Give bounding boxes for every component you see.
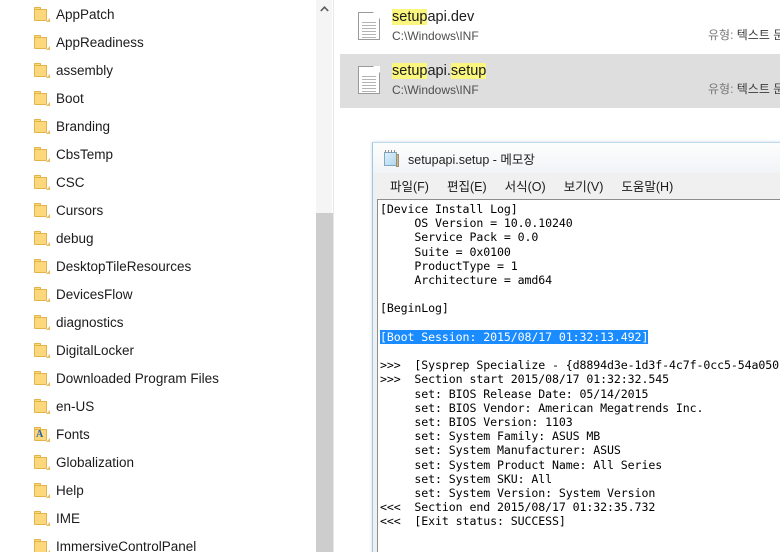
menu-item[interactable]: 보기(V) (555, 174, 613, 197)
fonts-folder-icon: A (34, 427, 50, 442)
search-result-type: 유형: 텍스트 문서 (708, 80, 780, 97)
folder-list-item[interactable]: IME (0, 504, 315, 532)
folder-list-item[interactable]: DigitalLocker (0, 336, 315, 364)
folder-icon (34, 119, 50, 134)
selected-log-line[interactable]: [Boot Session: 2015/08/17 01:32:13.492] (380, 329, 648, 344)
notepad-title: setupapi.setup - 메모장 (408, 152, 535, 167)
notepad-menubar[interactable]: 파일(F) 편집(E) 서식(O) 보기(V) 도움말(H) (373, 173, 780, 197)
folder-list-item[interactable]: ImmersiveControlPanel (0, 532, 315, 552)
folder-icon (34, 399, 50, 414)
menu-item[interactable]: 도움말(H) (612, 174, 682, 197)
folder-icon (34, 63, 50, 78)
folder-list-item[interactable]: Boot (0, 84, 315, 112)
search-result-text: setupapi.dev C:\Windows\INF (392, 8, 479, 44)
folder-list-item[interactable]: Globalization (0, 448, 315, 476)
folder-list-item[interactable]: Cursors (0, 196, 315, 224)
folder-icon (34, 7, 50, 22)
folder-item-label: ImmersiveControlPanel (56, 538, 197, 552)
folder-icon (34, 371, 50, 386)
folder-icon (34, 35, 50, 50)
notepad-text-area[interactable]: [Device Install Log] OS Version = 10.0.1… (377, 199, 780, 552)
folder-list-item[interactable]: assembly (0, 56, 315, 84)
search-result-filename: setupapi.dev (392, 9, 475, 25)
search-result-type-value: 텍스트 문서 (736, 28, 780, 42)
search-result-row[interactable]: setupapi.setup C:\Windows\INF 유형: 텍스트 문서 (340, 54, 780, 108)
folder-list-item[interactable]: Help (0, 476, 315, 504)
folder-icon (34, 231, 50, 246)
notepad-titlebar[interactable]: setupapi.setup - 메모장 (373, 143, 780, 173)
notepad-window[interactable]: setupapi.setup - 메모장 파일(F) 편집(E) 서식(O) 보기(V… (372, 142, 780, 552)
scrollbar-thumb[interactable] (316, 213, 333, 552)
pane-divider (333, 0, 334, 552)
folder-list-item[interactable]: DevicesFlow (0, 280, 315, 308)
menu-item[interactable]: 파일(F) (381, 174, 438, 197)
text-document-icon (358, 66, 380, 94)
search-result-type: 유형: 텍스트 문서 (708, 26, 780, 43)
folder-list-item[interactable]: CbsTemp (0, 140, 315, 168)
search-result-type-value: 텍스트 문서 (736, 82, 780, 96)
search-result-type-label: 유형: (708, 28, 737, 42)
search-result-filename: setupapi.setup (392, 63, 487, 79)
folder-icon (34, 175, 50, 190)
menu-item[interactable]: 편집(E) (438, 174, 496, 197)
menu-item[interactable]: 서식(O) (496, 174, 555, 197)
folder-list-item[interactable]: Branding (0, 112, 315, 140)
folder-list-item[interactable]: Downloaded Program Files (0, 364, 315, 392)
folder-icon (34, 91, 50, 106)
folder-icon (34, 147, 50, 162)
folder-list-item[interactable]: AppPatch (0, 0, 315, 28)
folder-item-label: AppReadiness (56, 34, 144, 50)
search-results-list[interactable]: setupapi.devC:\Windows\INF유형: 텍스트 문서setu… (340, 0, 780, 112)
folder-icon (34, 483, 50, 498)
folder-list-item[interactable]: diagnostics (0, 308, 315, 336)
folder-icon (34, 315, 50, 330)
notepad-icon (383, 149, 400, 167)
chevron-up-icon (320, 5, 329, 12)
folder-list-item[interactable]: CSC (0, 168, 315, 196)
folder-item-label: Downloaded Program Files (56, 370, 219, 386)
folder-icon (34, 203, 50, 218)
folder-list-item[interactable]: en-US (0, 392, 315, 420)
search-result-row[interactable]: setupapi.dev C:\Windows\INF 유형: 텍스트 문서 (340, 0, 780, 54)
search-result-path: C:\Windows\INF (392, 29, 479, 43)
screen: AppPatch AppReadiness assembly Boot Branding… (0, 0, 780, 552)
folder-list-item[interactable]: A Fonts (0, 420, 315, 448)
folder-icon (34, 539, 50, 552)
folder-icon (34, 511, 50, 526)
log-file-content[interactable]: [Device Install Log] OS Version = 10.0.1… (380, 202, 779, 552)
text-document-icon (358, 12, 380, 40)
scroll-up-button[interactable] (316, 0, 333, 17)
search-result-path: C:\Windows\INF (392, 83, 479, 97)
folder-list-item[interactable]: debug (0, 224, 315, 252)
folder-icon (34, 287, 50, 302)
folder-list-scrollbar[interactable] (315, 0, 333, 552)
folder-list-item[interactable]: DesktopTileResources (0, 252, 315, 280)
search-result-text: setupapi.setup C:\Windows\INF (392, 62, 487, 98)
folder-icon (34, 343, 50, 358)
search-result-type-label: 유형: (708, 82, 737, 96)
folder-icon (34, 259, 50, 274)
folder-list-item[interactable]: AppReadiness (0, 28, 315, 56)
folder-list-pane[interactable]: AppPatch AppReadiness assembly Boot Branding… (0, 0, 315, 552)
folder-icon (34, 455, 50, 470)
folder-item-label: DesktopTileResources (56, 258, 192, 274)
